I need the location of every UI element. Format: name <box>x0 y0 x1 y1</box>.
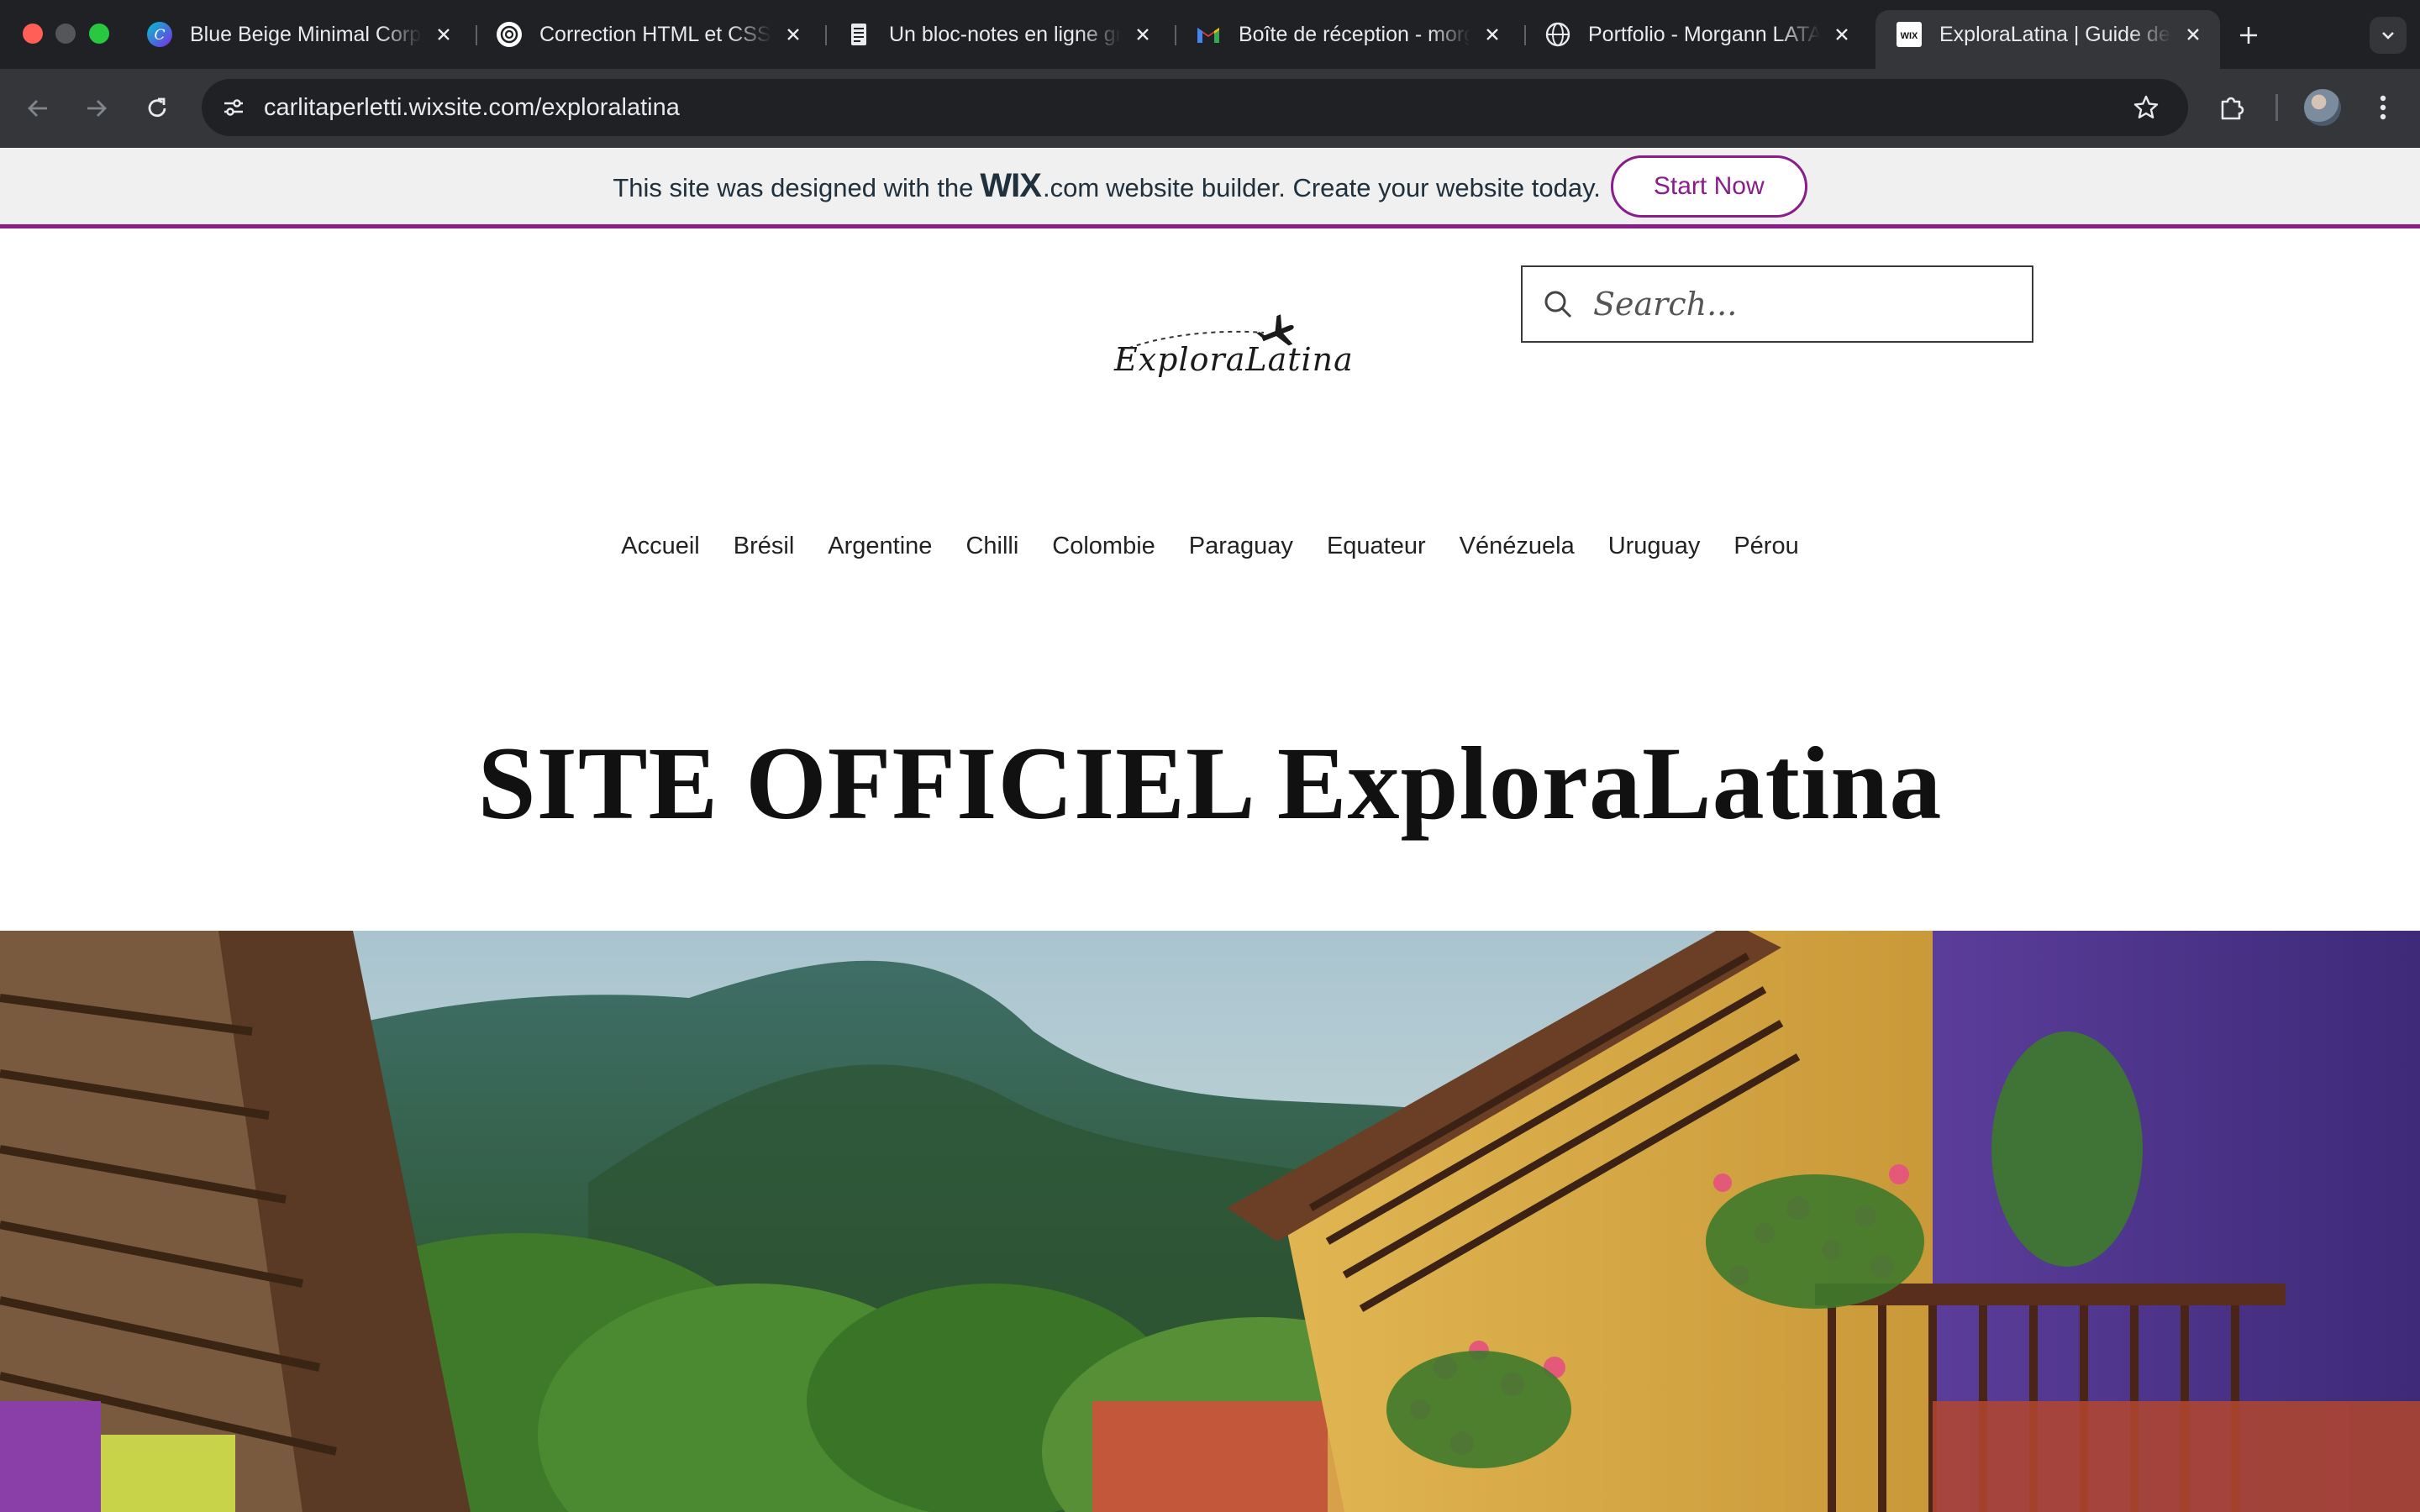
start-now-button[interactable]: Start Now <box>1610 155 1807 218</box>
bookmark-star-icon[interactable] <box>2128 89 2165 126</box>
close-icon[interactable] <box>780 21 807 48</box>
wix-promo-banner: This site was designed with the WIX .com … <box>0 148 2420 228</box>
openai-icon <box>496 21 523 48</box>
tab-title: Boîte de réception - morgann <box>1239 22 1470 46</box>
browser-tab[interactable]: Un bloc-notes en ligne gratuit <box>825 10 1170 59</box>
window-minimize-button[interactable] <box>55 24 76 44</box>
browser-tab-active[interactable]: WIX ExploraLatina | Guide de voyage <box>1876 10 2220 69</box>
nav-item-argentine[interactable]: Argentine <box>828 533 932 560</box>
hero-image <box>0 931 2420 1512</box>
close-icon[interactable] <box>1828 21 1855 48</box>
browser-tab[interactable]: Portfolio - Morgann LATAPIE <box>1524 10 1869 59</box>
notepad-icon <box>845 21 872 48</box>
svg-text:C: C <box>154 27 165 44</box>
tab-search-button[interactable] <box>2370 17 2407 54</box>
wix-logo: WIX <box>980 167 1042 204</box>
tab-title: Correction HTML et CSS <box>539 22 771 46</box>
nav-item-bresil[interactable]: Brésil <box>734 533 795 560</box>
nav-item-chilli[interactable]: Chilli <box>965 533 1018 560</box>
gmail-icon <box>1195 21 1222 48</box>
tab-title: Blue Beige Minimal Corporate <box>190 22 422 46</box>
toolbar-divider <box>2275 94 2278 121</box>
nav-item-venezuela[interactable]: Vénézuela <box>1460 533 1575 560</box>
extensions-puzzle-icon[interactable] <box>2212 87 2252 128</box>
nav-item-perou[interactable]: Pérou <box>1733 533 1798 560</box>
url-path: /exploralatina <box>534 94 680 121</box>
nav-item-equateur[interactable]: Equateur <box>1327 533 1426 560</box>
tab-title: Portfolio - Morgann LATAPIE <box>1588 22 1820 46</box>
nav-item-paraguay[interactable]: Paraguay <box>1189 533 1293 560</box>
site-info-icon[interactable] <box>215 89 252 126</box>
site-logo-text: ExploraLatina <box>1114 341 1354 378</box>
svg-text:WIX: WIX <box>1901 31 1918 41</box>
back-button[interactable] <box>17 87 59 129</box>
browser-tab-strip: C Blue Beige Minimal Corporate Correctio… <box>0 0 2420 69</box>
close-icon[interactable] <box>1479 21 1506 48</box>
search-input[interactable] <box>1593 286 2013 323</box>
more-menu-icon[interactable] <box>2363 87 2403 128</box>
tab-title: ExploraLatina | Guide de voyage <box>1939 22 2171 46</box>
address-bar[interactable]: carlitaperletti.wixsite.com/exploralatin… <box>202 79 2188 136</box>
search-icon <box>1541 287 1575 321</box>
nav-item-colombie[interactable]: Colombie <box>1052 533 1155 560</box>
wix-promo-text: This site was designed with the WIX .com … <box>613 167 1601 205</box>
browser-tab[interactable]: Correction HTML et CSS <box>476 10 820 59</box>
reload-button[interactable] <box>136 87 178 129</box>
site-search-box[interactable] <box>1521 265 2033 343</box>
canva-icon: C <box>146 21 173 48</box>
url-text[interactable]: carlitaperletti.wixsite.com/exploralatin… <box>264 79 680 136</box>
browser-tab[interactable]: Boîte de réception - morgann <box>1175 10 1519 59</box>
site-main-nav: Accueil Brésil Argentine Chilli Colombie… <box>0 521 2420 571</box>
url-host: carlitaperletti.wixsite.com <box>264 94 535 121</box>
wix-icon: WIX <box>1896 21 1923 48</box>
nav-item-uruguay[interactable]: Uruguay <box>1608 533 1701 560</box>
globe-icon <box>1544 21 1571 48</box>
window-zoom-button[interactable] <box>89 24 109 44</box>
browser-tab[interactable]: C Blue Beige Minimal Corporate <box>126 10 471 59</box>
window-close-button[interactable] <box>23 24 43 44</box>
page-title: SITE OFFICIEL ExploraLatina <box>477 726 1943 841</box>
site-logo[interactable]: ExploraLatina <box>1111 307 1353 391</box>
nav-item-accueil[interactable]: Accueil <box>621 533 700 560</box>
wix-text-after: website builder. Create your website tod… <box>1106 173 1601 202</box>
wix-logo-suffix: .com <box>1042 173 1100 202</box>
profile-avatar[interactable] <box>2304 89 2341 126</box>
close-icon[interactable] <box>430 21 457 48</box>
new-tab-button[interactable] <box>2232 18 2265 52</box>
forward-button[interactable] <box>76 87 118 129</box>
close-icon[interactable] <box>2180 21 2207 48</box>
wix-text-before: This site was designed with the <box>613 173 974 202</box>
close-icon[interactable] <box>1129 21 1156 48</box>
tab-title: Un bloc-notes en ligne gratuit <box>889 22 1121 46</box>
